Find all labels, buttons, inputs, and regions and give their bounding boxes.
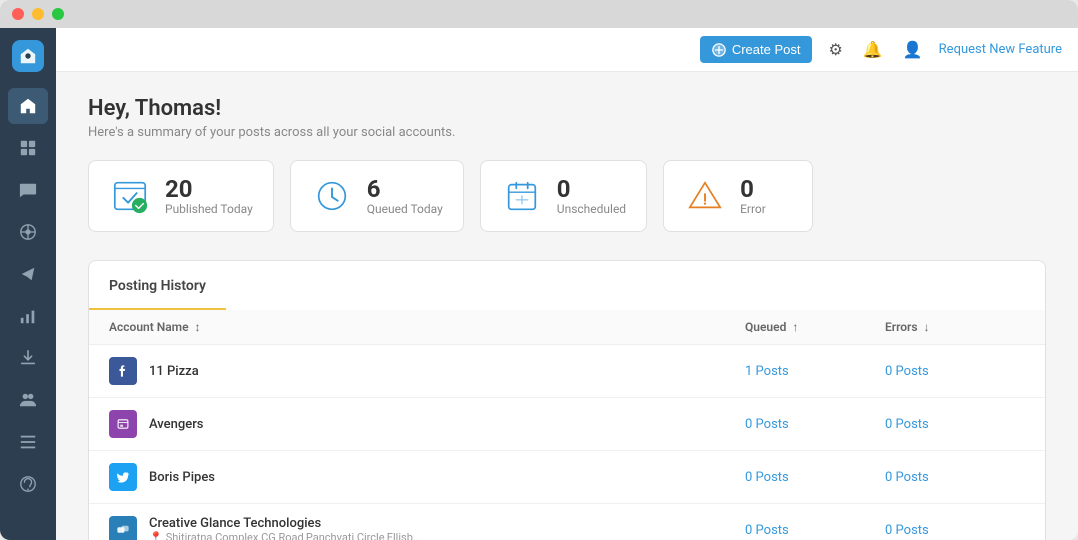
plus-icon <box>712 43 726 57</box>
posting-history-header: Posting History <box>89 261 226 310</box>
sidebar-item-lists[interactable] <box>8 424 48 460</box>
location-icon: 📍 <box>149 531 163 540</box>
topbar: Create Post ⚙ 🔔 👤 Request New Feature <box>56 28 1078 72</box>
error-posts[interactable]: 0 Posts <box>885 364 1025 379</box>
stat-queued-label: Queued Today <box>367 202 443 216</box>
stat-error-number: 0 <box>740 176 766 202</box>
table-row: Boris Pipes 0 Posts 0 Posts <box>89 451 1045 504</box>
sidebar-item-dashboard[interactable] <box>8 88 48 124</box>
account-name-sort-icon[interactable]: ↕ <box>195 320 201 334</box>
error-posts[interactable]: 0 Posts <box>885 523 1025 538</box>
stat-unscheduled-info: 0 Unscheduled <box>557 176 626 216</box>
stat-published-number: 20 <box>165 176 253 202</box>
close-button[interactable] <box>12 8 24 20</box>
platform-icon <box>109 410 137 438</box>
col-queued: Queued ↑ <box>745 320 885 334</box>
account-sub: 📍Shitiratna Complex CG Road,Panchvati Ci… <box>149 531 422 540</box>
error-icon <box>684 175 726 217</box>
sidebar-item-grid[interactable] <box>8 130 48 166</box>
stat-queued-number: 6 <box>367 176 443 202</box>
app-window: Create Post ⚙ 🔔 👤 Request New Feature He… <box>0 0 1078 540</box>
col-errors: Errors ↓ <box>885 320 1025 334</box>
account-name: Boris Pipes <box>149 470 215 485</box>
sidebar-item-downloads[interactable] <box>8 340 48 376</box>
queued-icon <box>311 175 353 217</box>
error-posts[interactable]: 0 Posts <box>885 470 1025 485</box>
table-row: Avengers 0 Posts 0 Posts <box>89 398 1045 451</box>
user-icon[interactable]: 👤 <box>899 36 927 63</box>
app-logo[interactable] <box>12 40 44 72</box>
error-posts[interactable]: 0 Posts <box>885 417 1025 432</box>
stat-queued-info: 6 Queued Today <box>367 176 443 216</box>
account-name: Creative Glance Technologies <box>149 516 422 531</box>
account-info: Creative Glance Technologies 📍Shitiratna… <box>149 516 422 540</box>
sidebar-item-network[interactable] <box>8 214 48 250</box>
table-body: 11 Pizza 1 Posts 0 Posts Avengers 0 Post… <box>89 345 1045 540</box>
queued-posts[interactable]: 0 Posts <box>745 417 885 432</box>
titlebar <box>0 0 1078 28</box>
queued-posts[interactable]: 1 Posts <box>745 364 885 379</box>
posting-history-section: Posting History Account Name ↕ Queued ↑ … <box>88 260 1046 540</box>
greeting-title: Hey, Thomas! <box>88 96 1046 121</box>
col-account-name: Account Name ↕ <box>109 320 745 334</box>
page-content: Hey, Thomas! Here's a summary of your po… <box>56 72 1078 540</box>
stat-error: 0 Error <box>663 160 813 232</box>
stat-error-label: Error <box>740 202 766 216</box>
stat-unscheduled-label: Unscheduled <box>557 202 626 216</box>
queued-posts[interactable]: 0 Posts <box>745 470 885 485</box>
sidebar-item-team[interactable] <box>8 382 48 418</box>
unscheduled-icon <box>501 175 543 217</box>
stat-unscheduled-number: 0 <box>557 176 626 202</box>
stat-error-info: 0 Error <box>740 176 766 216</box>
stat-published-info: 20 Published Today <box>165 176 253 216</box>
account-info: 11 Pizza <box>149 364 199 379</box>
table-row: Creative Glance Technologies 📍Shitiratna… <box>89 504 1045 540</box>
sidebar-item-analytics[interactable] <box>8 298 48 334</box>
errors-sort-icon[interactable]: ↓ <box>924 320 930 334</box>
create-post-button[interactable]: Create Post <box>700 36 813 63</box>
sidebar-item-messages[interactable] <box>8 172 48 208</box>
platform-icon <box>109 357 137 385</box>
notifications-icon[interactable]: 🔔 <box>859 36 887 63</box>
queued-sort-icon[interactable]: ↑ <box>792 320 798 334</box>
account-cell: Boris Pipes <box>109 463 745 491</box>
maximize-button[interactable] <box>52 8 64 20</box>
account-cell: 11 Pizza <box>109 357 745 385</box>
sidebar <box>0 28 56 540</box>
greeting-subtitle: Here's a summary of your posts across al… <box>88 125 1046 140</box>
queued-posts[interactable]: 0 Posts <box>745 523 885 538</box>
content-area: Create Post ⚙ 🔔 👤 Request New Feature He… <box>56 28 1078 540</box>
sidebar-item-campaigns[interactable] <box>8 256 48 292</box>
platform-icon <box>109 463 137 491</box>
stats-row: 20 Published Today 6 <box>88 160 1046 232</box>
settings-icon[interactable]: ⚙ <box>824 36 846 63</box>
minimize-button[interactable] <box>32 8 44 20</box>
account-info: Avengers <box>149 417 204 432</box>
platform-icon <box>109 516 137 540</box>
table-header: Account Name ↕ Queued ↑ Errors ↓ <box>89 310 1045 345</box>
account-cell: Avengers <box>109 410 745 438</box>
request-feature-link[interactable]: Request New Feature <box>939 42 1062 57</box>
stat-unscheduled: 0 Unscheduled <box>480 160 647 232</box>
account-info: Boris Pipes <box>149 470 215 485</box>
sidebar-item-support[interactable] <box>8 466 48 502</box>
main-layout: Create Post ⚙ 🔔 👤 Request New Feature He… <box>0 28 1078 540</box>
table-row: 11 Pizza 1 Posts 0 Posts <box>89 345 1045 398</box>
account-name: Avengers <box>149 417 204 432</box>
posting-history-title: Posting History <box>109 278 206 294</box>
stat-published: 20 Published Today <box>88 160 274 232</box>
account-name: 11 Pizza <box>149 364 199 379</box>
stat-queued: 6 Queued Today <box>290 160 464 232</box>
stat-published-label: Published Today <box>165 202 253 216</box>
published-icon <box>109 175 151 217</box>
account-cell: Creative Glance Technologies 📍Shitiratna… <box>109 516 745 540</box>
